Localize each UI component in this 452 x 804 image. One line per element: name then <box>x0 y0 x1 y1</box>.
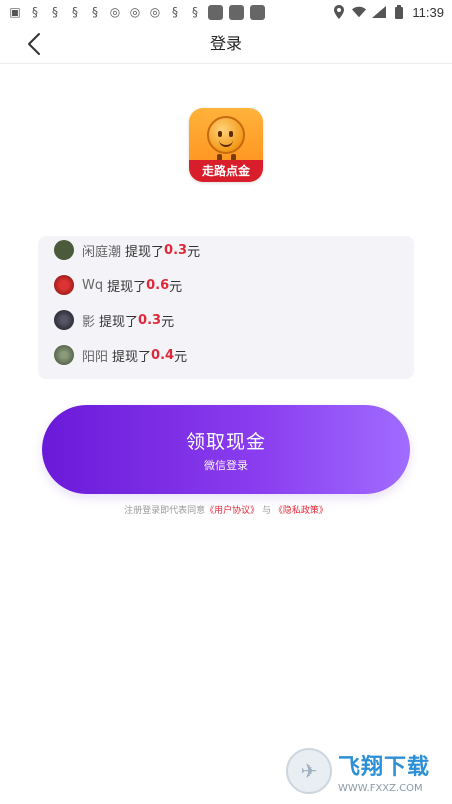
status-time: 11:39 <box>412 4 444 20</box>
privacy-policy-link[interactable]: 《隐私政策》 <box>274 506 328 516</box>
withdraw-feed: 闲庭潮 提现了 0.3 元 Wq 提现了 0.6 元 影 提现了 0.3 元 阳… <box>38 236 414 379</box>
app-icon: ◎ <box>129 5 141 19</box>
app-icon: § <box>192 5 198 19</box>
navbar: 登录 <box>0 24 452 64</box>
wechat-login-button[interactable]: 领取现金 微信登录 <box>42 405 410 494</box>
signal-icon <box>372 5 387 19</box>
app-icon: § <box>32 5 38 19</box>
app-logo: 走路点金 <box>189 108 263 182</box>
cta-subtitle: 微信登录 <box>204 459 248 472</box>
app-icon: § <box>92 5 98 19</box>
user-agreement-link[interactable]: 《用户协议》 <box>205 506 259 516</box>
list-item: 阳阳 提现了 0.4 元 <box>54 343 187 367</box>
square-icon <box>250 4 265 20</box>
status-bar: ▣ § § § § ◎ ◎ ◎ § § 11:39 <box>0 0 452 24</box>
app-logo-label: 走路点金 <box>189 160 263 182</box>
list-item: Wq 提现了 0.6 元 <box>54 273 182 297</box>
app-icon: ◎ <box>149 5 161 19</box>
app-icon: § <box>172 5 178 19</box>
avatar <box>54 240 74 260</box>
app-icon: ◎ <box>109 5 121 19</box>
watermark-logo-icon: ✈ <box>286 748 332 794</box>
wifi-icon <box>352 5 367 19</box>
status-icons-right: 11:39 <box>332 5 444 20</box>
watermark: ✈ 飞翔下载 WWW.FXXZ.COM <box>286 745 446 797</box>
avatar <box>54 310 74 330</box>
list-item: 闲庭潮 提现了 0.3 元 <box>54 238 200 262</box>
cta-title: 领取现金 <box>185 431 266 453</box>
notification-icon: ▣ <box>9 5 21 19</box>
agreement-text: 注册登录即代表同意《用户协议》 与 《隐私政策》 <box>124 506 328 516</box>
page-title: 登录 <box>209 34 242 53</box>
battery-icon <box>392 5 406 19</box>
back-button[interactable] <box>20 30 48 58</box>
app-icon: § <box>72 5 78 19</box>
location-icon <box>332 5 346 19</box>
square-icon <box>229 4 244 20</box>
chevron-left-icon <box>28 33 40 55</box>
status-icons-left: ▣ § § § § ◎ ◎ ◎ § § <box>8 4 265 20</box>
square-icon <box>208 4 223 20</box>
coin-mascot-icon <box>207 116 245 154</box>
avatar <box>54 345 74 365</box>
list-item: 影 提现了 0.3 元 <box>54 308 174 332</box>
avatar <box>54 275 74 295</box>
app-icon: § <box>52 5 58 19</box>
